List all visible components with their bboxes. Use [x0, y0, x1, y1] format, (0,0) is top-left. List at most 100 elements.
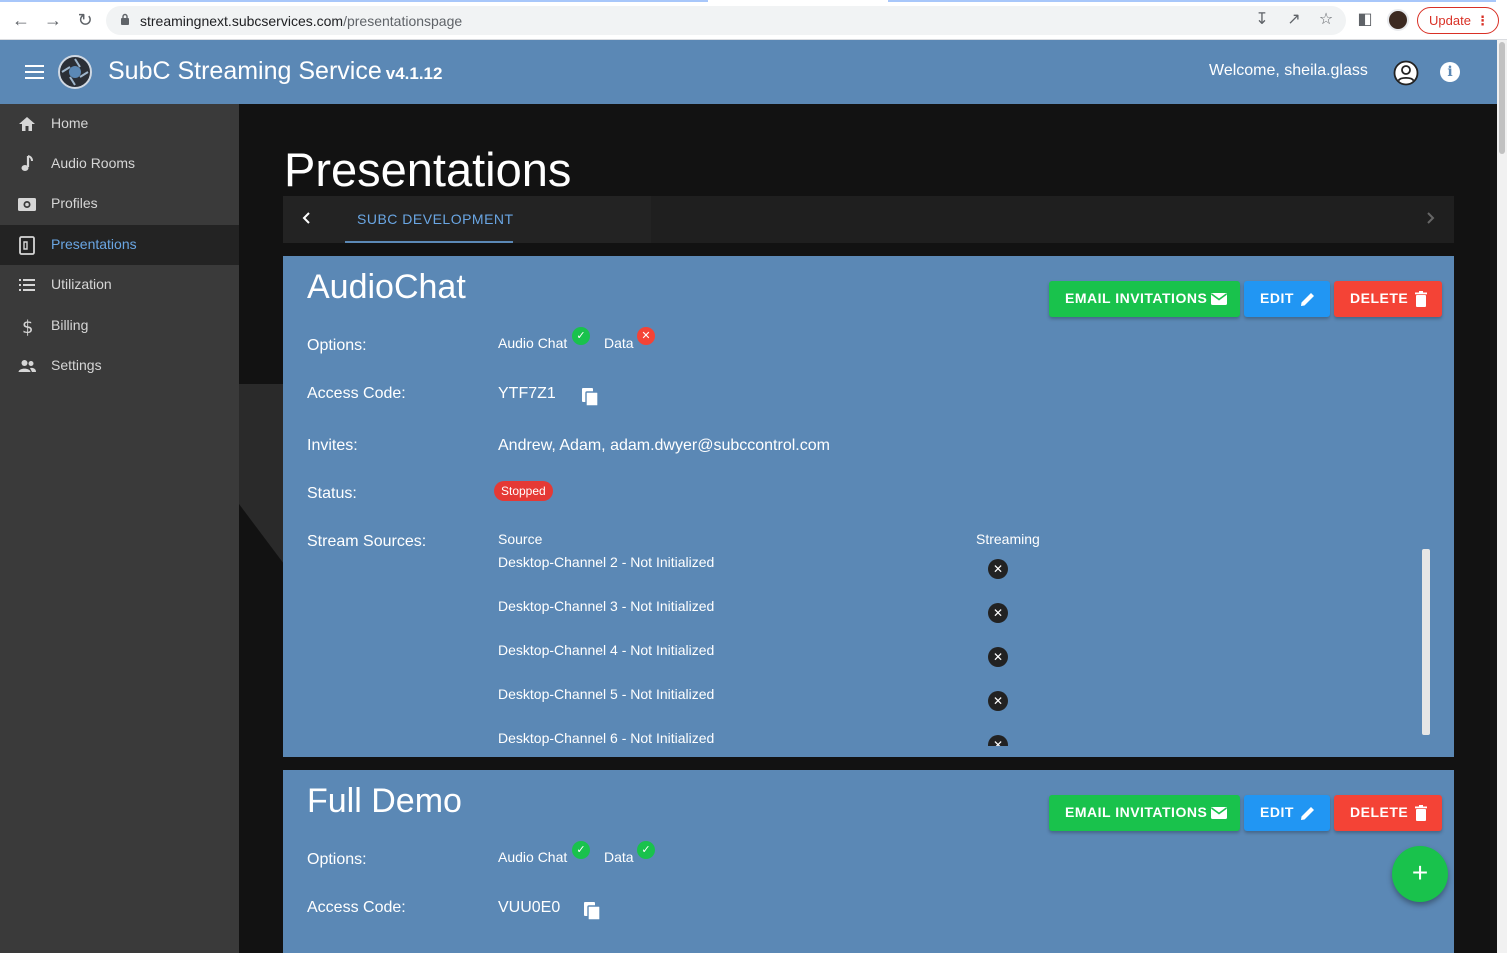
group-tabs: SUBC DEVELOPMENT	[283, 196, 1454, 243]
camera-icon	[18, 198, 36, 211]
status-label: Status:	[307, 485, 357, 502]
presentation-card: AudioChat EMAIL INVITATIONS EDIT DELETE …	[283, 256, 1454, 757]
chevron-left-icon[interactable]	[299, 210, 315, 226]
invites-label: Invites:	[307, 437, 358, 454]
profile-avatar[interactable]	[1387, 9, 1409, 31]
streaming-column-header: Streaming	[976, 531, 1040, 547]
sidebar-item-profiles[interactable]: Profiles	[0, 184, 239, 224]
add-presentation-button[interactable]: +	[1392, 846, 1448, 902]
sidebar-item-audio-rooms[interactable]: Audio Rooms	[0, 144, 239, 184]
data-option: Data	[604, 849, 634, 865]
page-scrollbar-thumb[interactable]	[1499, 42, 1505, 154]
not-streaming-icon: ✕	[988, 559, 1008, 579]
copy-icon[interactable]	[583, 901, 601, 921]
share-icon[interactable]: ↗	[1284, 10, 1304, 30]
not-streaming-icon: ✕	[988, 603, 1008, 623]
invites-value: Andrew, Adam, adam.dwyer@subccontrol.com	[498, 437, 830, 454]
music-note-icon	[21, 155, 33, 171]
source-row: Desktop-Channel 5 - Not Initialized ✕	[498, 686, 1430, 730]
app-header: SubC Streaming Service v4.1.12 Welcome, s…	[0, 40, 1497, 104]
url-path: /presentationspage	[343, 13, 463, 29]
audio-chat-option: Audio Chat	[498, 335, 568, 351]
button-label: DELETE	[1350, 290, 1409, 306]
address-bar[interactable]: streamingnext.subcservices.com/presentat…	[106, 6, 1346, 35]
access-code-value: YTF7Z1	[498, 385, 556, 402]
options-label: Options:	[307, 337, 367, 354]
update-button[interactable]: Update ⋮	[1417, 7, 1499, 34]
app-title: SubC Streaming Service v4.1.12	[108, 57, 442, 86]
back-icon[interactable]: ←	[10, 9, 32, 31]
options-label: Options:	[307, 851, 367, 868]
button-label: DELETE	[1350, 804, 1409, 820]
lock-icon	[121, 13, 129, 25]
access-code-label: Access Code:	[307, 385, 406, 402]
clipboard-icon	[19, 236, 35, 255]
reload-icon[interactable]: ↻	[74, 9, 96, 31]
not-streaming-icon: ✕	[988, 735, 1008, 746]
more-icon: ⋮	[1476, 13, 1489, 28]
check-icon: ✓	[637, 841, 655, 859]
chevron-right-icon[interactable]	[1422, 210, 1438, 226]
sidebar-item-utilization[interactable]: Utilization	[0, 265, 239, 305]
url-text: streamingnext.subcservices.com/presentat…	[140, 13, 462, 29]
install-icon[interactable]: ↧	[1252, 10, 1272, 30]
stream-sources-label: Stream Sources:	[307, 533, 427, 550]
email-invitations-button[interactable]: EMAIL INVITATIONS	[1049, 795, 1240, 831]
sidebar-item-settings[interactable]: Settings	[0, 346, 239, 386]
sidebar-item-billing[interactable]: $ Billing	[0, 306, 239, 346]
sources-scrollbar[interactable]	[1422, 549, 1430, 735]
bookmark-star-icon[interactable]: ☆	[1316, 10, 1336, 30]
account-icon[interactable]	[1393, 60, 1419, 86]
sidebar-item-label: Audio Rooms	[51, 155, 136, 171]
menu-icon[interactable]	[25, 65, 44, 79]
app-name: SubC Streaming Service	[108, 57, 382, 85]
pencil-icon	[1301, 293, 1314, 306]
button-label: EDIT	[1260, 290, 1294, 306]
update-label: Update	[1429, 13, 1471, 28]
access-code-value: VUU0E0	[498, 899, 561, 916]
sidebar-item-label: Home	[51, 115, 89, 131]
not-streaming-icon: ✕	[988, 691, 1008, 711]
sidebar-item-label: Profiles	[51, 195, 98, 211]
page-scrollbar[interactable]	[1497, 40, 1507, 953]
cross-icon: ✕	[637, 327, 655, 345]
source-column-header: Source	[498, 531, 543, 547]
url-host: streamingnext.subcservices.com	[140, 13, 344, 29]
browser-toolbar: ← → ↻ streamingnext.subcservices.com/pre…	[0, 0, 1507, 40]
svg-text:$: $	[22, 317, 33, 336]
delete-button[interactable]: DELETE	[1334, 281, 1442, 317]
info-icon[interactable]: i	[1440, 62, 1460, 82]
copy-icon[interactable]	[581, 387, 599, 407]
check-icon: ✓	[572, 841, 590, 859]
pencil-icon	[1301, 807, 1314, 820]
tab-label: SUBC DEVELOPMENT	[357, 211, 514, 227]
presentation-card: Full Demo EMAIL INVITATIONS EDIT DELETE …	[283, 770, 1454, 953]
source-name: Desktop-Channel 3 - Not Initialized	[498, 598, 715, 614]
page-title: Presentations	[284, 143, 572, 196]
delete-button[interactable]: DELETE	[1334, 795, 1442, 831]
audio-chat-option: Audio Chat	[498, 849, 568, 865]
side-panel-icon[interactable]: ◧	[1355, 10, 1375, 30]
sidebar-item-label: Utilization	[51, 276, 112, 292]
edit-button[interactable]: EDIT	[1244, 281, 1330, 317]
forward-icon[interactable]: →	[42, 9, 64, 31]
email-invitations-button[interactable]: EMAIL INVITATIONS	[1049, 281, 1240, 317]
envelope-icon	[1211, 807, 1227, 819]
sidebar-item-presentations[interactable]: Presentations	[0, 225, 239, 265]
presentation-title: AudioChat	[307, 268, 466, 306]
not-streaming-icon: ✕	[988, 647, 1008, 667]
check-icon: ✓	[572, 327, 590, 345]
source-row: Desktop-Channel 3 - Not Initialized ✕	[498, 598, 1430, 642]
tab-subc-development[interactable]: SUBC DEVELOPMENT	[345, 196, 513, 243]
sidebar-item-home[interactable]: Home	[0, 104, 239, 144]
button-label: EDIT	[1260, 804, 1294, 820]
status-badge: Stopped	[494, 481, 553, 501]
edit-button[interactable]: EDIT	[1244, 795, 1330, 831]
presentation-title: Full Demo	[307, 782, 462, 820]
browser-tab-indicator	[0, 0, 708, 2]
list-icon	[19, 279, 35, 291]
people-icon	[18, 360, 36, 372]
envelope-icon	[1211, 293, 1227, 305]
trash-icon	[1415, 291, 1427, 307]
main-content: Presentations SUBC DEVELOPMENT AudioChat…	[239, 104, 1497, 953]
